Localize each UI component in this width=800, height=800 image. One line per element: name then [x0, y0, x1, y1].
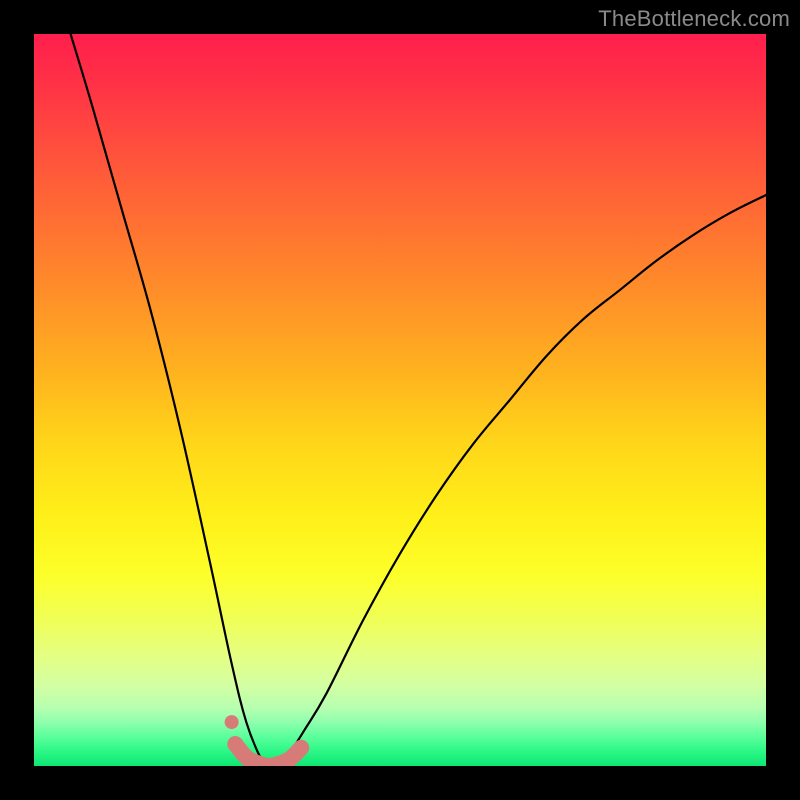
watermark-text: TheBottleneck.com — [598, 6, 790, 32]
bottleneck-curve — [71, 34, 766, 766]
chart-frame: TheBottleneck.com — [0, 0, 800, 800]
plot-area — [34, 34, 766, 766]
optimal-marker-dot — [225, 715, 239, 729]
curve-layer — [34, 34, 766, 766]
optimal-band-highlight — [235, 744, 301, 766]
